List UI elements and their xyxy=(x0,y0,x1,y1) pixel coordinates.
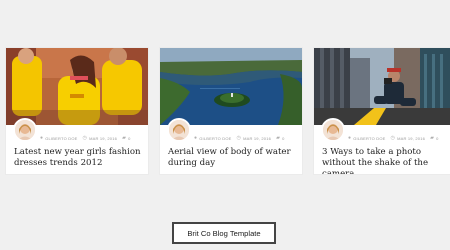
post-date: ◷ MAR 19, 2016 xyxy=(82,134,118,141)
post-author[interactable]: ● GILBERTO DOE xyxy=(348,134,386,141)
post-meta: ● GILBERTO DOE ◷ MAR 19, 2016 ▰ 0 xyxy=(348,134,450,142)
user-icon: ● xyxy=(40,134,44,141)
post-author[interactable]: ● GLIBERTO DOE xyxy=(40,134,78,141)
user-icon: ● xyxy=(348,134,352,141)
comment-icon: ▰ xyxy=(276,134,281,141)
post-grid: ● GLIBERTO DOE ◷ MAR 19, 2016 ▰ 0 Latest… xyxy=(0,48,450,174)
post-comments[interactable]: ▰ 0 xyxy=(276,134,284,141)
post-card[interactable]: ● GLIBERTO DOE ◷ MAR 19, 2016 ▰ 0 Latest… xyxy=(6,48,148,174)
post-comments[interactable]: ▰ 0 xyxy=(122,134,130,141)
post-image-lake[interactable] xyxy=(160,48,302,125)
author-avatar[interactable] xyxy=(13,118,37,142)
post-image-city-photographer[interactable] xyxy=(314,48,450,125)
clock-icon: ◷ xyxy=(82,134,88,141)
post-meta: ● GILBERTO DOE ◷ MAR 19, 2016 ▰ 0 xyxy=(194,134,298,142)
post-title[interactable]: Latest new year girls fashion dresses tr… xyxy=(14,147,144,169)
author-avatar[interactable] xyxy=(321,118,345,142)
blog-template-button[interactable]: Brit Co Blog Template xyxy=(172,222,276,244)
post-meta: ● GLIBERTO DOE ◷ MAR 19, 2016 ▰ 0 xyxy=(40,134,144,142)
post-date: ◷ MAR 19, 2016 xyxy=(390,134,426,141)
post-card[interactable]: ● GILBERTO DOE ◷ MAR 19, 2016 ▰ 0 3 Ways… xyxy=(314,48,450,174)
clock-icon: ◷ xyxy=(236,134,242,141)
post-image-fashion[interactable] xyxy=(6,48,148,125)
comment-icon: ▰ xyxy=(122,134,127,141)
post-date: ◷ MAR 19, 2016 xyxy=(236,134,272,141)
post-title[interactable]: 3 Ways to take a photo without the shake… xyxy=(322,147,450,174)
post-comments[interactable]: ▰ 0 xyxy=(430,134,438,141)
clock-icon: ◷ xyxy=(390,134,396,141)
post-author[interactable]: ● GILBERTO DOE xyxy=(194,134,232,141)
post-title[interactable]: Aerial view of body of water during day xyxy=(168,147,298,169)
user-icon: ● xyxy=(194,134,198,141)
author-avatar[interactable] xyxy=(167,118,191,142)
post-card[interactable]: ● GILBERTO DOE ◷ MAR 19, 2016 ▰ 0 Aerial… xyxy=(160,48,302,174)
comment-icon: ▰ xyxy=(430,134,435,141)
